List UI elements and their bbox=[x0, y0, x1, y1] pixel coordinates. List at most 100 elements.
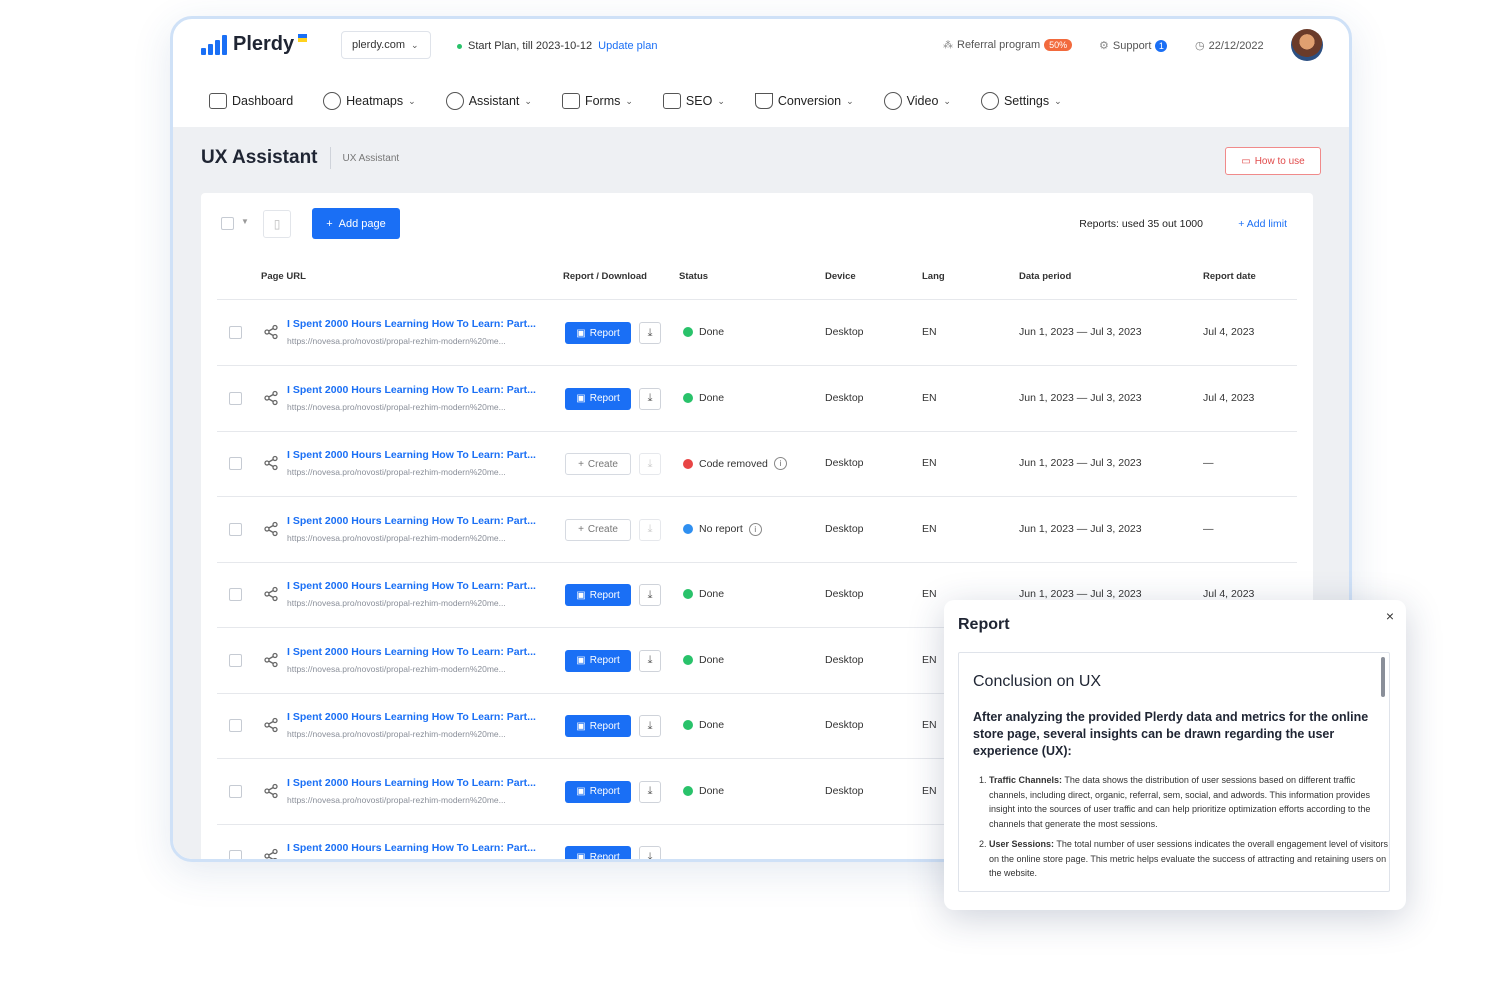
trash-icon: ▯ bbox=[273, 217, 281, 231]
column-header[interactable]: Data period bbox=[1019, 271, 1071, 282]
row-checkbox[interactable] bbox=[229, 719, 242, 732]
nav-assistant[interactable]: Assistant ⌄ bbox=[445, 92, 532, 110]
page-title-link[interactable]: I Spent 2000 Hours Learning How To Learn… bbox=[287, 580, 536, 592]
report-content[interactable]: Conclusion on UX After analyzing the pro… bbox=[958, 652, 1390, 892]
nav-seo[interactable]: SEO ⌄ bbox=[662, 93, 725, 109]
row-checkbox[interactable] bbox=[229, 457, 242, 470]
page-title-link[interactable]: I Spent 2000 Hours Learning How To Learn… bbox=[287, 711, 536, 723]
breadcrumb[interactable]: UX Assistant bbox=[343, 153, 400, 164]
page-title-link[interactable]: I Spent 2000 Hours Learning How To Learn… bbox=[287, 777, 536, 789]
column-header[interactable]: Device bbox=[825, 271, 856, 282]
report-button[interactable]: ▣ Report bbox=[565, 846, 631, 859]
nav-dashboard[interactable]: Dashboard bbox=[209, 93, 293, 109]
page-title-link[interactable]: I Spent 2000 Hours Learning How To Learn… bbox=[287, 646, 536, 658]
download-button[interactable]: ⤓ bbox=[639, 584, 661, 606]
add-page-button[interactable]: + Add page bbox=[312, 208, 400, 239]
share-icon[interactable] bbox=[263, 455, 279, 471]
how-to-use-button[interactable]: ▭ How to use bbox=[1225, 147, 1321, 175]
download-button[interactable]: ⤓ bbox=[639, 453, 661, 475]
row-checkbox[interactable] bbox=[229, 653, 242, 667]
support-link[interactable]: ⚙ Support 1 bbox=[1099, 39, 1168, 52]
scrollbar[interactable] bbox=[1381, 657, 1385, 697]
nav-label: SEO bbox=[685, 94, 713, 108]
create-button[interactable]: + Create bbox=[565, 518, 631, 541]
add-limit-link[interactable]: + Add limit bbox=[1238, 218, 1287, 230]
chevron-down-icon: ⌄ bbox=[625, 95, 633, 106]
download-button[interactable]: ⤓ bbox=[639, 518, 661, 541]
chevron-down-icon: ⌄ bbox=[524, 95, 532, 106]
report-button[interactable]: ▣ Report bbox=[565, 584, 631, 606]
referral-icon: ⁂ bbox=[943, 39, 953, 51]
row-checkbox[interactable] bbox=[229, 522, 242, 536]
row-checkbox[interactable] bbox=[229, 784, 242, 798]
period-cell: Jun 1, 2023 — Jul 3, 2023 bbox=[1019, 326, 1142, 338]
download-button[interactable]: ⤓ bbox=[639, 322, 661, 344]
report-button[interactable]: ▣ Report bbox=[565, 715, 631, 737]
plus-icon: + bbox=[326, 217, 333, 230]
nav-conversion[interactable]: Conversion ⌄ bbox=[754, 93, 854, 109]
delete-button[interactable]: ▯ bbox=[263, 210, 291, 238]
support-label: Support bbox=[1112, 39, 1152, 52]
create-label: Create bbox=[587, 458, 618, 470]
row-checkbox[interactable] bbox=[229, 588, 242, 601]
device-cell: Desktop bbox=[825, 784, 864, 797]
support-icon: ⚙ bbox=[1099, 40, 1109, 52]
share-icon[interactable] bbox=[263, 848, 279, 862]
nav-video[interactable]: Video ⌄ bbox=[883, 92, 951, 110]
page-title-link[interactable]: I Spent 2000 Hours Learning How To Learn… bbox=[287, 842, 536, 854]
share-icon[interactable] bbox=[263, 521, 279, 537]
page-title-link[interactable]: I Spent 2000 Hours Learning How To Learn… bbox=[287, 449, 536, 461]
info-icon[interactable]: i bbox=[773, 457, 787, 470]
info-icon[interactable]: i bbox=[748, 522, 762, 536]
column-header[interactable]: Lang bbox=[922, 271, 945, 282]
plan-info: Start Plan, till 2023-10-12 Update plan bbox=[457, 40, 657, 52]
create-button[interactable]: + Create bbox=[565, 453, 631, 475]
report-button[interactable]: ▣ Report bbox=[565, 387, 631, 410]
globe-icon bbox=[323, 92, 342, 110]
page-title-link[interactable]: I Spent 2000 Hours Learning How To Learn… bbox=[287, 318, 536, 330]
nav-heatmaps[interactable]: Heatmaps ⌄ bbox=[323, 92, 416, 110]
domain-select[interactable]: plerdy.com ⌄ bbox=[341, 31, 431, 59]
download-button[interactable]: ⤓ bbox=[639, 387, 661, 410]
update-plan-link[interactable]: Update plan bbox=[598, 40, 657, 52]
download-icon: ⤓ bbox=[647, 588, 653, 601]
report-button[interactable]: ▣ Report bbox=[565, 322, 631, 344]
row-checkbox[interactable] bbox=[229, 850, 242, 859]
nav-label: Video bbox=[906, 94, 939, 108]
page-title-link[interactable]: I Spent 2000 Hours Learning How To Learn… bbox=[287, 384, 536, 396]
close-icon[interactable]: × bbox=[1386, 608, 1394, 624]
page-url: https://novesa.pro/novosti/propal-rezhim… bbox=[287, 336, 506, 346]
column-header[interactable]: Page URL bbox=[261, 271, 306, 282]
select-all-checkbox[interactable] bbox=[221, 217, 234, 230]
report-label: Report bbox=[589, 655, 620, 666]
table-row: I Spent 2000 Hours Learning How To Learn… bbox=[217, 300, 1297, 366]
plerdy-logo[interactable]: Plerdy bbox=[201, 33, 308, 56]
row-checkbox[interactable] bbox=[229, 391, 242, 405]
report-button[interactable]: ▣ Report bbox=[565, 649, 631, 672]
status: Done bbox=[683, 719, 724, 731]
nav-forms[interactable]: Forms ⌄ bbox=[561, 93, 633, 109]
share-icon[interactable] bbox=[263, 717, 279, 733]
share-icon[interactable] bbox=[263, 652, 279, 668]
download-button[interactable]: ⤓ bbox=[639, 649, 661, 672]
share-icon[interactable] bbox=[263, 783, 279, 799]
page-title-link[interactable]: I Spent 2000 Hours Learning How To Learn… bbox=[287, 515, 536, 527]
chevron-down-icon[interactable]: ▼ bbox=[241, 217, 249, 226]
add-limit-label: Add limit bbox=[1246, 218, 1287, 230]
download-button[interactable]: ⤓ bbox=[639, 780, 661, 803]
share-icon[interactable] bbox=[263, 324, 279, 340]
column-header[interactable]: Report date bbox=[1203, 271, 1256, 282]
user-avatar[interactable] bbox=[1291, 29, 1323, 61]
table-toolbar: ▼ ▯ + Add page Reports: used 35 out 1000… bbox=[201, 193, 1313, 255]
download-button[interactable]: ⤓ bbox=[639, 715, 661, 737]
download-button[interactable]: ⤓ bbox=[639, 846, 661, 859]
report-button[interactable]: ▣ Report bbox=[565, 780, 631, 803]
ai-icon bbox=[445, 92, 464, 110]
column-header[interactable]: Status bbox=[679, 271, 708, 282]
share-icon[interactable] bbox=[263, 390, 279, 406]
row-checkbox[interactable] bbox=[229, 326, 242, 339]
status: Done bbox=[683, 654, 724, 666]
referral-program-link[interactable]: ⁂ Referral program 50% bbox=[943, 39, 1073, 51]
share-icon[interactable] bbox=[263, 586, 279, 602]
nav-settings[interactable]: Settings ⌄ bbox=[980, 92, 1062, 110]
